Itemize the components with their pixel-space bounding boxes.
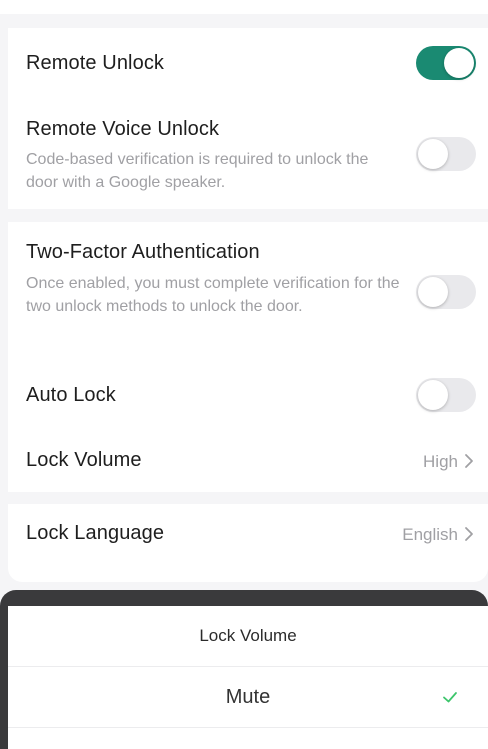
lock-volume-row[interactable]: Lock Volume High bbox=[8, 428, 488, 492]
remote-voice-unlock-description: Code-based verification is required to u… bbox=[26, 151, 369, 191]
sheet-title: Lock Volume bbox=[199, 626, 297, 645]
divider bbox=[8, 727, 488, 728]
lock-volume-label: Lock Volume bbox=[26, 449, 142, 471]
remote-unlock-label: Remote Unlock bbox=[26, 52, 165, 74]
two-factor-row: Two-Factor Authentication Once enabled, … bbox=[8, 222, 488, 362]
volume-sheet-body: Lock Volume Mute bbox=[8, 606, 488, 749]
lock-volume-value: High bbox=[423, 452, 458, 471]
lock-language-row[interactable]: Lock Language English bbox=[8, 504, 488, 564]
remote-voice-unlock-label: Remote Voice Unlock bbox=[26, 118, 220, 140]
top-card-edge bbox=[0, 0, 488, 14]
option-mute[interactable]: Mute bbox=[8, 667, 488, 727]
option-label: Mute bbox=[225, 686, 271, 708]
chevron-right-icon bbox=[465, 454, 473, 468]
toggle-knob bbox=[418, 139, 448, 169]
remote-section: Remote Unlock Remote Voice Unlock Code-b… bbox=[8, 28, 488, 209]
remote-unlock-row: Remote Unlock bbox=[8, 28, 488, 100]
two-factor-toggle[interactable] bbox=[416, 275, 476, 309]
volume-bottom-sheet: Lock Volume Mute bbox=[0, 590, 488, 749]
remote-voice-unlock-toggle[interactable] bbox=[416, 137, 476, 171]
auto-lock-toggle[interactable] bbox=[416, 378, 476, 412]
language-section: Lock Language English bbox=[8, 504, 488, 582]
two-factor-label: Two-Factor Authentication bbox=[26, 241, 260, 263]
auto-lock-row: Auto Lock bbox=[8, 362, 488, 428]
lock-language-value: English bbox=[402, 525, 458, 544]
toggle-knob bbox=[444, 48, 474, 78]
settings-screen: Remote Unlock Remote Voice Unlock Code-b… bbox=[0, 0, 488, 749]
security-section: Two-Factor Authentication Once enabled, … bbox=[8, 222, 488, 492]
toggle-knob bbox=[418, 277, 448, 307]
check-icon bbox=[443, 692, 457, 703]
auto-lock-label: Auto Lock bbox=[26, 384, 116, 406]
lock-language-label: Lock Language bbox=[26, 522, 165, 544]
remote-unlock-toggle[interactable] bbox=[416, 46, 476, 80]
two-factor-description: Once enabled, you must complete verifica… bbox=[26, 275, 400, 315]
chevron-right-icon bbox=[465, 527, 473, 541]
remote-voice-unlock-row: Remote Voice Unlock Code-based verificat… bbox=[8, 100, 488, 209]
toggle-knob bbox=[418, 380, 448, 410]
